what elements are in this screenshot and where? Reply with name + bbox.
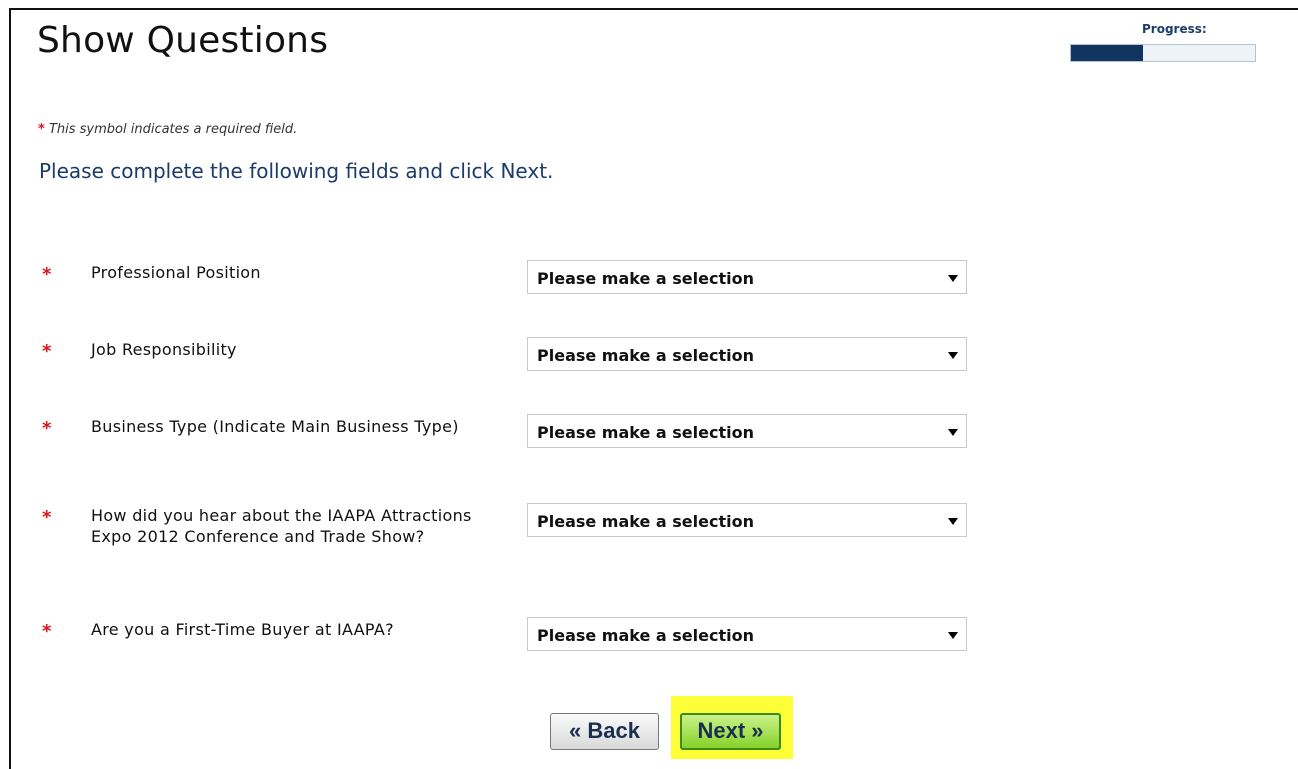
next-button[interactable]: Next »: [680, 713, 781, 750]
select-value: Please make a selection: [537, 423, 754, 442]
heard-about-select[interactable]: Please make a selection: [527, 503, 967, 537]
dropdown-arrow-icon: [948, 632, 958, 639]
required-star-icon: *: [42, 264, 52, 285]
question-label: Professional Position: [91, 263, 261, 282]
form-instructions: Please complete the following fields and…: [39, 159, 554, 183]
required-field-note: * This symbol indicates a required field…: [38, 122, 297, 137]
question-label: How did you hear about the IAAPA Attract…: [91, 506, 472, 546]
required-star-icon: *: [42, 621, 52, 642]
page-title: Show Questions: [37, 20, 329, 61]
select-value: Please make a selection: [537, 512, 754, 531]
progress-bar-fill: [1071, 45, 1143, 61]
dropdown-arrow-icon: [948, 518, 958, 525]
required-star-icon: *: [42, 418, 52, 439]
job-responsibility-select[interactable]: Please make a selection: [527, 337, 967, 371]
required-star-icon: *: [38, 122, 45, 137]
required-star-icon: *: [42, 507, 52, 528]
required-star-icon: *: [42, 341, 52, 362]
progress-bar: [1070, 44, 1256, 62]
progress-label: Progress:: [1142, 22, 1207, 36]
dropdown-arrow-icon: [948, 429, 958, 436]
question-label: Business Type (Indicate Main Business Ty…: [91, 417, 459, 436]
select-value: Please make a selection: [537, 346, 754, 365]
dropdown-arrow-icon: [948, 352, 958, 359]
business-type-select[interactable]: Please make a selection: [527, 414, 967, 448]
first-time-buyer-select[interactable]: Please make a selection: [527, 617, 967, 651]
required-note-text: This symbol indicates a required field.: [48, 122, 298, 137]
select-value: Please make a selection: [537, 626, 754, 645]
question-label: Job Responsibility: [91, 340, 237, 359]
back-button[interactable]: « Back: [550, 713, 659, 750]
dropdown-arrow-icon: [948, 275, 958, 282]
question-label: Are you a First-Time Buyer at IAAPA?: [91, 620, 394, 639]
select-value: Please make a selection: [537, 269, 754, 288]
professional-position-select[interactable]: Please make a selection: [527, 260, 967, 294]
